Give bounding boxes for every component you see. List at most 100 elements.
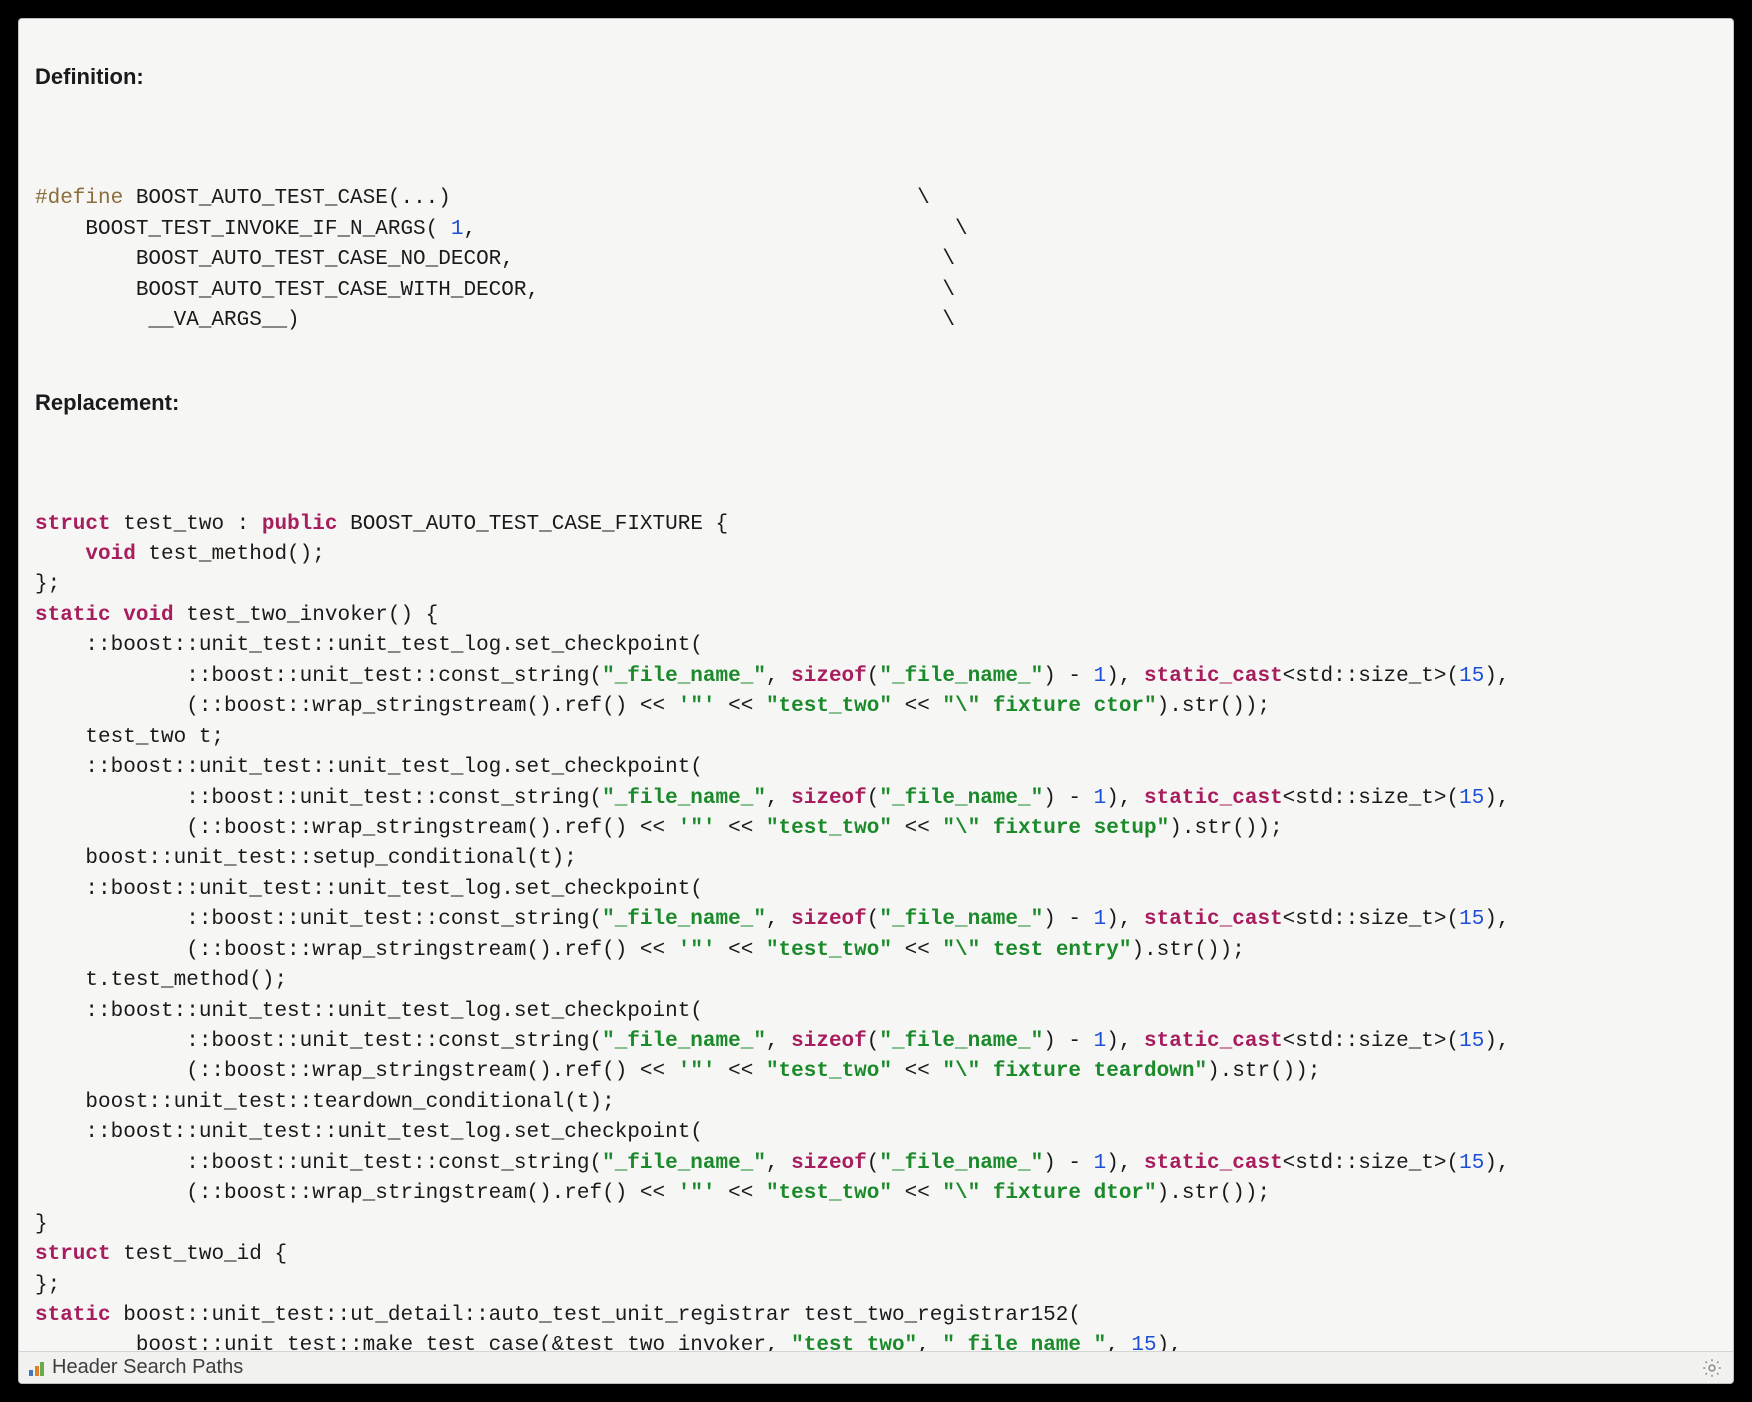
token-number: 1	[1094, 1030, 1107, 1053]
code-text: BOOST_AUTO_TEST_CASE_WITH_DECOR, \	[35, 279, 955, 302]
gear-icon[interactable]	[1701, 1357, 1723, 1379]
code-text: __VA_ARGS__) \	[35, 309, 955, 332]
code-text: ),	[1106, 1152, 1144, 1175]
token-string: "test_two"	[791, 1334, 917, 1351]
code-text: BOOST_TEST_INVOKE_IF_N_ARGS(	[35, 218, 451, 241]
token-number: 1	[1094, 1152, 1107, 1175]
token-string: "_file_name_"	[602, 665, 766, 688]
code-text: <<	[892, 939, 942, 962]
token-string: "_file_name_"	[879, 908, 1043, 931]
token-keyword: static	[35, 1304, 111, 1327]
code-text: };	[35, 573, 60, 596]
code-text: <std::size_t>(	[1283, 908, 1459, 931]
token-string: "_file_name_"	[602, 1030, 766, 1053]
token-keyword: static_cast	[1144, 787, 1283, 810]
token-preprocessor: #define	[35, 187, 123, 210]
code-text: test_two :	[111, 513, 262, 536]
code-text: , \	[463, 218, 967, 241]
code-text: ).str());	[1157, 1182, 1270, 1205]
code-text: ).str());	[1207, 1060, 1320, 1083]
code-text: boost::unit_test::teardown_conditional(t…	[35, 1091, 615, 1114]
code-text: ),	[1484, 908, 1509, 931]
code-text: <<	[716, 1182, 766, 1205]
code-text: (::boost::wrap_stringstream().ref() <<	[35, 695, 678, 718]
code-text: ::boost::unit_test::const_string(	[35, 908, 602, 931]
code-text: ) -	[1043, 665, 1093, 688]
code-text: <<	[716, 1060, 766, 1083]
code-text: ),	[1106, 787, 1144, 810]
code-text: };	[35, 1274, 60, 1297]
code-text: (	[867, 787, 880, 810]
token-keyword: sizeof	[791, 908, 867, 931]
token-number: 15	[1459, 908, 1484, 931]
breadcrumb-label: Header Search Paths	[52, 1356, 243, 1379]
code-text: (	[867, 1030, 880, 1053]
code-text: BOOST_AUTO_TEST_CASE_FIXTURE {	[337, 513, 728, 536]
code-text: ).str());	[1169, 817, 1282, 840]
replacement-header: Replacement:	[35, 387, 1717, 419]
token-number: 15	[1459, 787, 1484, 810]
token-number: 1	[451, 218, 464, 241]
code-text: ::boost::unit_test::const_string(	[35, 665, 602, 688]
code-content: Definition: #define BOOST_AUTO_TEST_CASE…	[19, 19, 1733, 1351]
code-text: ).str());	[1157, 695, 1270, 718]
code-text: (::boost::wrap_stringstream().ref() <<	[35, 939, 678, 962]
code-text: boost::unit_test::setup_conditional(t);	[35, 847, 577, 870]
code-text: <<	[716, 939, 766, 962]
token-number: 15	[1459, 1030, 1484, 1053]
token-keyword: struct	[35, 513, 111, 536]
token-string: "_file_name_"	[602, 908, 766, 931]
code-text: (	[867, 1152, 880, 1175]
token-string: "\" fixture setup"	[942, 817, 1169, 840]
code-text: ,	[766, 665, 791, 688]
token-keyword: static_cast	[1144, 1152, 1283, 1175]
code-text: test_two_id {	[111, 1243, 287, 1266]
code-text: ::boost::unit_test::unit_test_log.set_ch…	[35, 756, 703, 779]
token-string: "\" test entry"	[942, 939, 1131, 962]
token-number: 15	[1131, 1334, 1156, 1351]
code-text: ).str());	[1131, 939, 1244, 962]
token-number: 1	[1094, 665, 1107, 688]
code-text: <std::size_t>(	[1283, 665, 1459, 688]
code-text: (::boost::wrap_stringstream().ref() <<	[35, 1060, 678, 1083]
code-text: (::boost::wrap_stringstream().ref() <<	[35, 1182, 678, 1205]
code-text: <<	[892, 695, 942, 718]
token-keyword: static_cast	[1144, 1030, 1283, 1053]
code-text: <<	[892, 1060, 942, 1083]
code-text: ::boost::unit_test::const_string(	[35, 1152, 602, 1175]
code-text: ,	[766, 908, 791, 931]
code-text: ),	[1157, 1334, 1182, 1351]
code-text: ,	[917, 1334, 942, 1351]
token-string: '"'	[678, 817, 716, 840]
code-text: }	[35, 1213, 48, 1236]
token-string: "_file_name_"	[879, 1030, 1043, 1053]
token-keyword: void	[35, 543, 136, 566]
code-text: ) -	[1043, 787, 1093, 810]
code-text: (::boost::wrap_stringstream().ref() <<	[35, 817, 678, 840]
token-string: "test_two"	[766, 695, 892, 718]
code-text: <<	[716, 695, 766, 718]
code-text: test_two t;	[35, 726, 224, 749]
token-string: "_file_name_"	[602, 787, 766, 810]
code-text: (	[867, 908, 880, 931]
token-string: "_file_name_"	[602, 1152, 766, 1175]
code-text: ::boost::unit_test::unit_test_log.set_ch…	[35, 1000, 703, 1023]
code-text: ),	[1106, 665, 1144, 688]
token-string: "_file_name_"	[942, 1334, 1106, 1351]
code-text: ) -	[1043, 1030, 1093, 1053]
code-text: ::boost::unit_test::const_string(	[35, 1030, 602, 1053]
code-text: boost::unit_test::ut_detail::auto_test_u…	[111, 1304, 1081, 1327]
token-keyword: sizeof	[791, 787, 867, 810]
code-text: ,	[766, 787, 791, 810]
token-string: '"'	[678, 1182, 716, 1205]
token-string: "\" fixture teardown"	[942, 1060, 1207, 1083]
token-keyword: public	[262, 513, 338, 536]
breadcrumb[interactable]: Header Search Paths	[29, 1356, 243, 1379]
token-string: "\" fixture dtor"	[942, 1182, 1156, 1205]
code-text: <<	[892, 1182, 942, 1205]
code-text: ,	[766, 1152, 791, 1175]
code-text: ::boost::unit_test::const_string(	[35, 787, 602, 810]
token-number: 15	[1459, 665, 1484, 688]
code-text: <std::size_t>(	[1283, 1152, 1459, 1175]
code-text: ) -	[1043, 908, 1093, 931]
